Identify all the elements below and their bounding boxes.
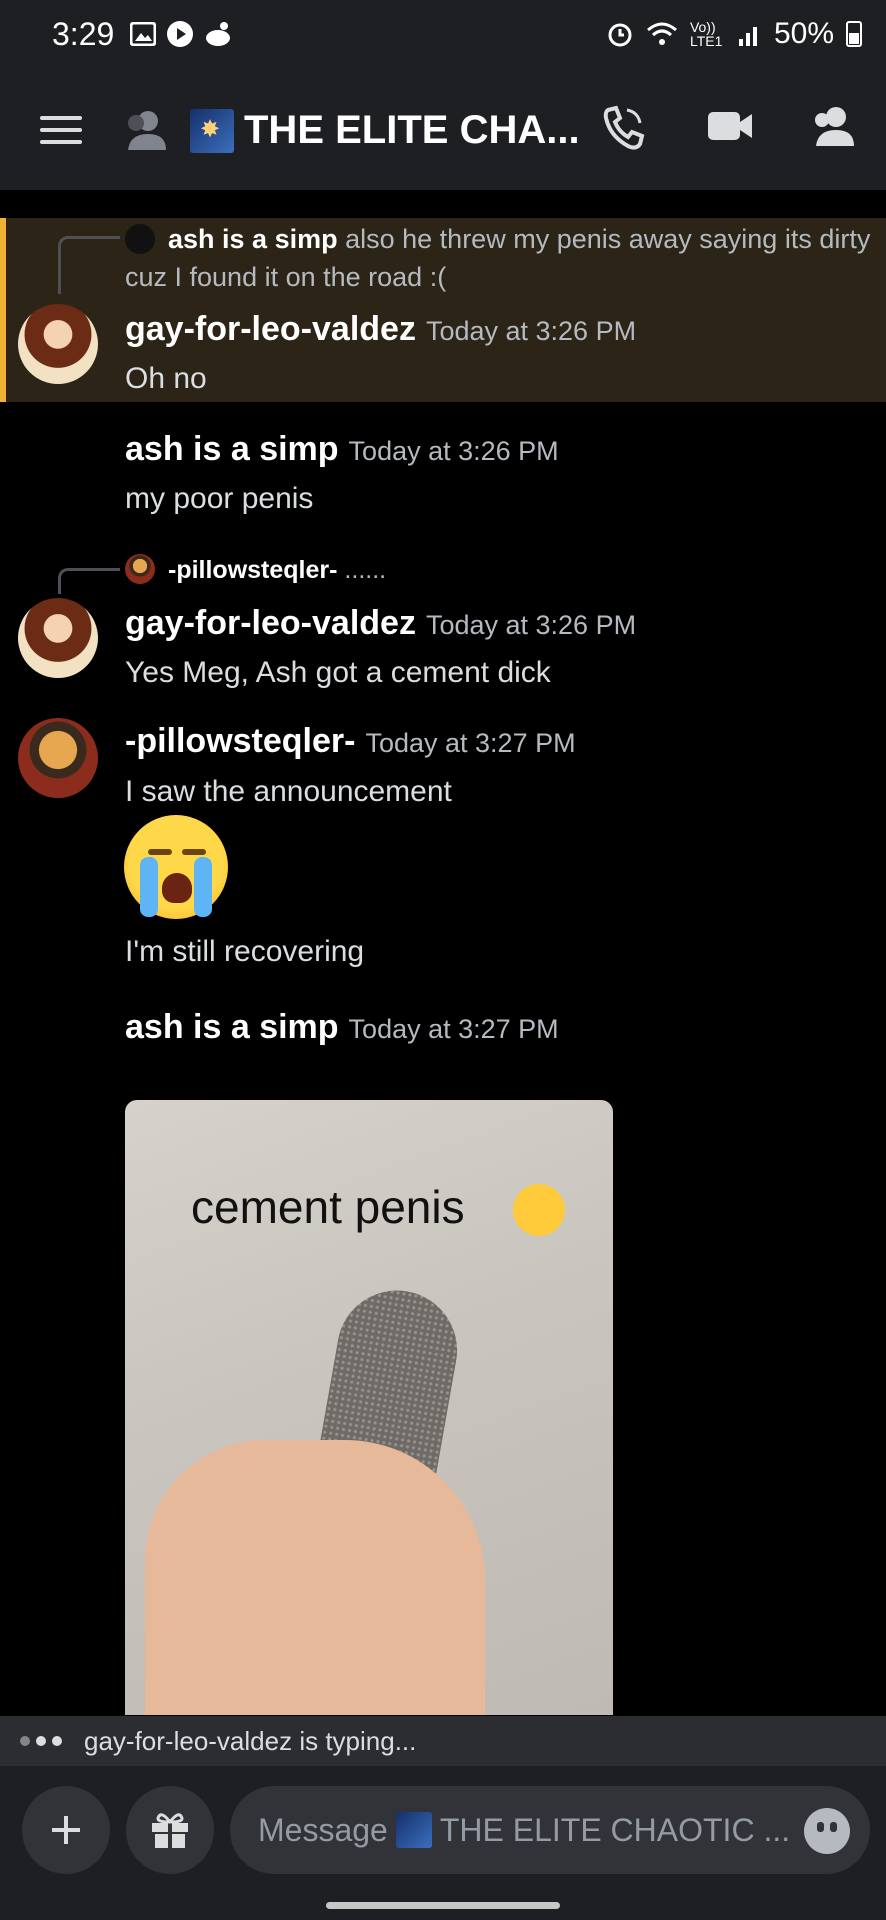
input-placeholder-channel: THE ELITE CHAOTIC ... xyxy=(439,1811,791,1848)
reply-connector xyxy=(58,568,120,594)
message-timestamp: Today at 3:26 PM xyxy=(348,436,559,466)
reply-text-cont: cuz I found it on the road :( xyxy=(125,262,447,292)
message-author[interactable]: -pillowsteqler- Today at 3:27 PM xyxy=(125,722,576,761)
message-composer: Message THE ELITE CHAOTIC ... xyxy=(0,1766,886,1920)
image-attachment[interactable]: cement penis xyxy=(125,1100,613,1715)
channel-header: THE ELITE CHA... xyxy=(0,68,886,190)
reply-text: ...... xyxy=(344,556,387,584)
reply-preview[interactable]: -pillowsteqler- ...... xyxy=(168,556,386,585)
status-icons-right: Vo)) LTE1 50% xyxy=(606,17,862,51)
channel-title[interactable]: THE ELITE CHA... xyxy=(244,108,580,153)
message-content: Yes Meg, Ash got a cement dick xyxy=(125,656,551,689)
reply-text: also he threw my penis away saying its d… xyxy=(345,224,871,254)
message-timestamp: Today at 3:27 PM xyxy=(348,1014,559,1044)
reply-preview[interactable]: ash is a simp also he threw my penis awa… xyxy=(168,224,870,255)
channel-icon xyxy=(190,109,234,153)
gallery-icon xyxy=(130,22,157,46)
friends-icon[interactable] xyxy=(122,108,168,152)
network-label: Vo)) LTE1 xyxy=(689,19,723,49)
status-icons-left xyxy=(130,20,232,48)
message-timestamp: Today at 3:26 PM xyxy=(425,316,637,346)
wifi-icon xyxy=(646,22,677,45)
relieved-face-emoji xyxy=(513,1184,565,1236)
avatar[interactable] xyxy=(18,598,98,678)
input-placeholder-prefix: Message xyxy=(258,1811,388,1848)
typing-indicator: gay-for-leo-valdez is typing... xyxy=(0,1716,886,1766)
message-input[interactable]: Message THE ELITE CHAOTIC ... xyxy=(230,1786,870,1874)
alarm-icon xyxy=(608,23,632,47)
channel-icon xyxy=(395,1812,432,1848)
typing-text: gay-for-leo-valdez is typing... xyxy=(84,1725,417,1756)
avatar[interactable] xyxy=(18,304,98,384)
message-content: I saw the announcement xyxy=(125,775,452,808)
notification-icon xyxy=(206,22,231,46)
avatar[interactable] xyxy=(18,718,98,798)
message-content: I'm still recovering xyxy=(125,935,365,968)
gift-icon xyxy=(152,1813,188,1848)
reply-author: -pillowsteqler- xyxy=(168,556,338,584)
add-attachment-button[interactable] xyxy=(22,1786,110,1874)
message-author[interactable]: ash is a simp Today at 3:26 PM xyxy=(125,430,559,469)
gift-button[interactable] xyxy=(126,1786,214,1874)
video-icon[interactable] xyxy=(706,104,754,148)
menu-icon[interactable] xyxy=(40,116,82,152)
play-icon xyxy=(167,21,194,47)
message-author[interactable]: ash is a simp Today at 3:27 PM xyxy=(125,1008,559,1047)
reply-author: ash is a simp xyxy=(168,224,338,254)
loudly-crying-emoji xyxy=(124,815,228,919)
message-timestamp: Today at 3:26 PM xyxy=(425,610,637,640)
members-icon[interactable] xyxy=(810,104,856,148)
message-content: Oh no xyxy=(125,362,207,395)
signal-icon xyxy=(738,27,757,46)
status-bar: 3:29 Vo)) LTE1 50% xyxy=(0,0,886,68)
reply-connector xyxy=(58,236,120,294)
avatar xyxy=(125,224,155,254)
hand xyxy=(145,1440,485,1715)
emoji-picker-icon[interactable] xyxy=(804,1808,850,1854)
message-content: my poor penis xyxy=(125,482,314,515)
message-timestamp: Today at 3:27 PM xyxy=(365,728,576,758)
avatar xyxy=(125,554,155,584)
typing-dots-icon xyxy=(20,1736,62,1746)
call-icon[interactable] xyxy=(600,104,646,152)
message-author[interactable]: gay-for-leo-valdez Today at 3:26 PM xyxy=(125,310,636,349)
image-caption: cement penis xyxy=(191,1181,465,1233)
plus-icon xyxy=(52,1816,80,1844)
message-author[interactable]: gay-for-leo-valdez Today at 3:26 PM xyxy=(125,604,636,643)
battery-percent: 50% xyxy=(773,17,834,50)
status-time: 3:29 xyxy=(52,15,115,52)
home-indicator[interactable] xyxy=(326,1902,560,1909)
battery-icon xyxy=(846,21,862,47)
